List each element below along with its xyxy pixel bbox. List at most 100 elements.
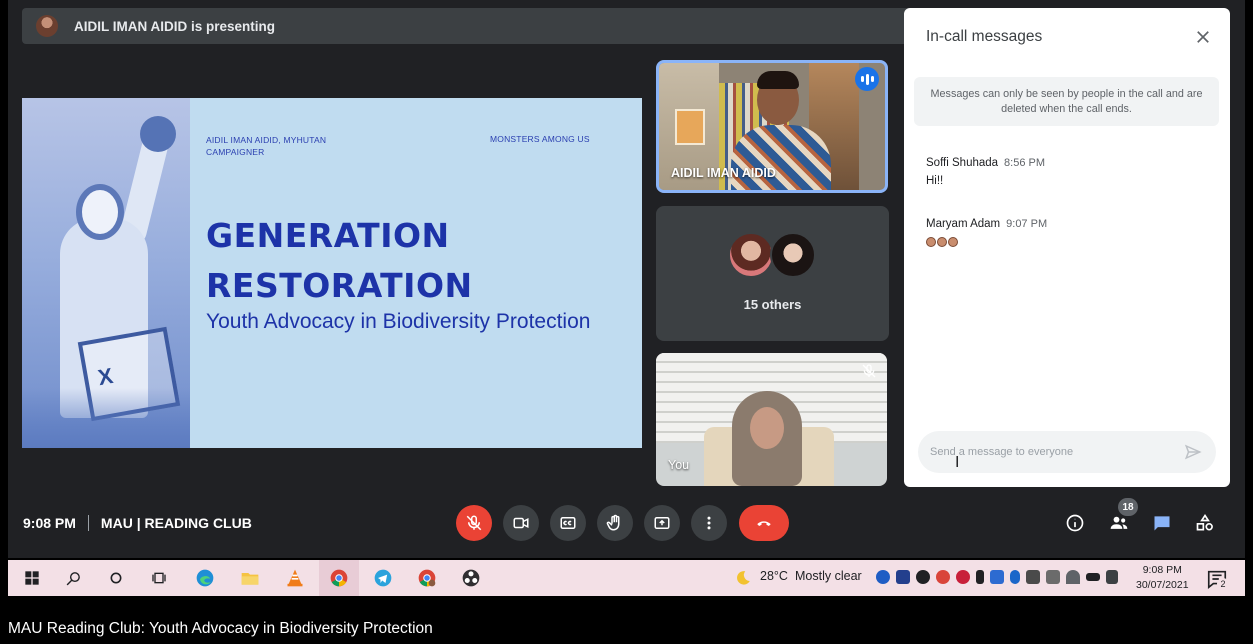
participant-avatar [770, 232, 816, 278]
raise-hand-button[interactable] [597, 505, 633, 541]
shapes-icon [1196, 513, 1213, 531]
slide-author-line: AIDIL IMAN AIDID, MYHUTAN CAMPAIGNER [206, 135, 327, 157]
participant-avatar [728, 232, 774, 278]
mic-toggle-button[interactable] [456, 505, 492, 541]
send-icon[interactable] [1184, 443, 1202, 461]
windows-taskbar: 28°C Mostly clear 9:08 PM 30/07/2021 2 [8, 560, 1245, 596]
message-text: Hi!! [926, 175, 944, 187]
presenter-name: AIDIL IMAN AIDID [671, 166, 776, 180]
self-video-tile[interactable]: You [656, 353, 887, 486]
mic-off-icon [466, 515, 482, 531]
chat-panel: In-call messages Messages can only be se… [904, 8, 1230, 487]
presentation-slide: X AIDIL IMAN AIDID, MYHUTAN CAMPAIGNER M… [22, 98, 642, 448]
clock-date: 30/07/2021 [1136, 579, 1189, 591]
meeting-details-button[interactable] [1063, 511, 1087, 535]
chat-message: Maryam Adam 9:07 PM [926, 214, 1047, 248]
wifi-icon[interactable] [1066, 570, 1080, 584]
microphone-icon[interactable] [976, 570, 984, 584]
video-poster [675, 109, 705, 145]
camera-icon [513, 517, 529, 529]
bluetooth-icon[interactable] [1010, 570, 1020, 584]
telegram-icon[interactable] [371, 566, 395, 590]
tray-app-icon[interactable] [936, 570, 950, 584]
chat-notice: Messages can only be seen by people in t… [914, 77, 1219, 126]
system-tray-icons[interactable] [876, 570, 1118, 584]
presenter-avatar [36, 15, 58, 37]
message-sender: Soffi Shuhada [926, 157, 999, 169]
usb-icon[interactable] [1046, 570, 1060, 584]
video-caption: MAU Reading Club: Youth Advocacy in Biod… [8, 620, 433, 637]
more-vert-icon [707, 516, 711, 530]
chat-message-input[interactable] [930, 439, 1170, 465]
presenter-hair [757, 71, 799, 89]
chat-title: In-call messages [926, 28, 1043, 45]
chat-button[interactable] [1150, 511, 1174, 535]
captions-button[interactable] [550, 505, 586, 541]
self-face [750, 407, 784, 449]
security-icon[interactable] [1026, 570, 1040, 584]
present-screen-button[interactable] [644, 505, 680, 541]
presenting-bar: AIDIL IMAN AIDID is presenting [22, 8, 922, 44]
photo-fist [140, 116, 176, 152]
activities-button[interactable] [1193, 511, 1217, 535]
photo-head [76, 184, 124, 240]
presenting-text: AIDIL IMAN AIDID is presenting [74, 18, 276, 34]
hang-up-icon [757, 521, 771, 526]
camera-toggle-button[interactable] [503, 505, 539, 541]
weather-moon-icon[interactable] [731, 566, 755, 590]
meeting-name: MAU | READING CLUB [100, 515, 252, 531]
hand-icon [606, 514, 620, 531]
captions-icon [560, 517, 576, 529]
volume-icon[interactable] [1106, 570, 1118, 584]
tray-app-icon[interactable] [896, 570, 910, 584]
speaking-indicator-icon [855, 67, 879, 91]
others-count-label: 15 others [743, 297, 802, 312]
slide-title-line1: GENERATION [206, 216, 450, 255]
task-view-icon[interactable] [147, 566, 171, 590]
message-time: 9:07 PM [1006, 218, 1048, 230]
presenter-body [731, 125, 831, 190]
cortana-icon[interactable] [104, 566, 128, 590]
meeting-info: 9:08 PM MAU | READING CLUB [23, 515, 252, 531]
obs-icon[interactable] [459, 566, 483, 590]
others-tile[interactable]: 15 others [656, 206, 889, 341]
self-label: You [668, 458, 690, 472]
chrome-icon[interactable] [327, 566, 351, 590]
chrome-profile-icon[interactable] [415, 566, 439, 590]
emoji-icon [926, 236, 936, 247]
tray-app-icon[interactable] [990, 570, 1004, 584]
emoji-icon [937, 236, 947, 247]
photo-ground [22, 388, 190, 448]
mic-off-icon [862, 364, 876, 378]
clock-time: 9:08 PM [1142, 564, 1182, 576]
end-call-button[interactable] [739, 505, 789, 541]
slide-subtitle: Youth Advocacy in Biodiversity Protectio… [206, 310, 591, 333]
notifications-button[interactable]: 2 [1206, 568, 1229, 590]
windows-start-icon[interactable] [20, 566, 44, 590]
notification-count: 2 [1217, 578, 1229, 590]
weather-temp[interactable]: 28°C [760, 569, 788, 583]
close-icon[interactable] [1194, 28, 1212, 46]
presenter-video-tile[interactable]: AIDIL IMAN AIDID [656, 60, 888, 193]
taskbar-clock[interactable]: 9:08 PM 30/07/2021 [1136, 563, 1189, 593]
slide-title-line2: RESTORATION [206, 266, 473, 305]
tray-app-icon[interactable] [956, 570, 970, 584]
chat-message: Soffi Shuhada 8:56 PM Hi!! [926, 153, 1045, 187]
present-icon [654, 517, 670, 529]
vlc-icon[interactable] [283, 566, 307, 590]
participants-count-badge: 18 [1118, 498, 1138, 516]
edge-icon[interactable] [193, 566, 217, 590]
divider [87, 515, 89, 531]
battery-icon[interactable] [1086, 573, 1100, 581]
more-options-button[interactable] [691, 505, 727, 541]
emoji-icon [948, 236, 958, 247]
meeting-time: 9:08 PM [23, 515, 76, 531]
search-icon[interactable] [61, 566, 85, 590]
weather-text[interactable]: Mostly clear [795, 569, 862, 583]
message-time: 8:56 PM [1004, 157, 1046, 169]
tray-app-icon[interactable] [876, 570, 890, 584]
tray-app-icon[interactable] [916, 570, 930, 584]
message-emoji [926, 236, 1047, 248]
slide-photo: X [22, 98, 190, 448]
file-explorer-icon[interactable] [238, 566, 262, 590]
